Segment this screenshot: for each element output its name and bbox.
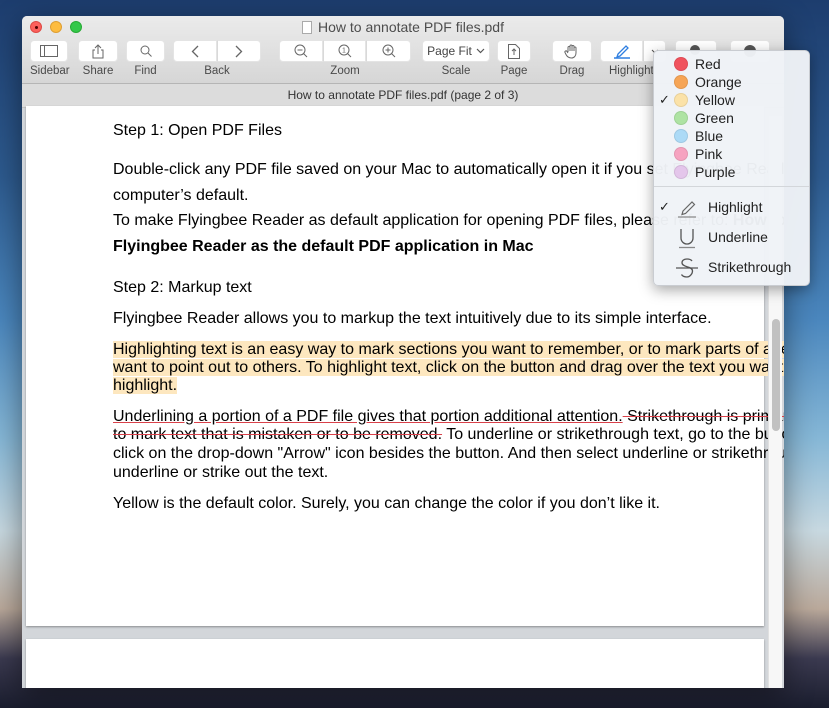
menu-item-color-pink[interactable]: Pink bbox=[654, 145, 809, 163]
sidebar-button[interactable] bbox=[30, 40, 68, 62]
share-label: Share bbox=[82, 65, 114, 77]
color-swatch-icon bbox=[674, 165, 688, 179]
document-icon bbox=[302, 21, 312, 34]
paragraph-line: click on the drop-down "Arrow" icon besi… bbox=[113, 445, 784, 462]
scale-group: Page Fit Scale bbox=[422, 40, 490, 77]
highlighted-line: highlight. bbox=[113, 377, 753, 395]
highlighter-icon bbox=[676, 197, 698, 222]
paragraph-line: to mark text that is mistaken or to be r… bbox=[113, 426, 784, 444]
pdf-page bbox=[26, 639, 764, 688]
color-swatch-icon bbox=[674, 93, 688, 107]
chevron-down-icon bbox=[476, 48, 485, 54]
zoom-out-icon bbox=[294, 44, 308, 58]
actual-size-icon: 1 bbox=[338, 44, 351, 58]
actual-size-button[interactable]: 1 bbox=[323, 40, 366, 62]
forward-button[interactable] bbox=[217, 40, 261, 62]
menu-item-label: Purple bbox=[695, 164, 736, 180]
back-group: Back bbox=[173, 40, 261, 77]
menu-item-label: Strikethrough bbox=[708, 259, 792, 275]
menu-item-label: Orange bbox=[695, 74, 742, 90]
color-swatch-icon bbox=[674, 111, 688, 125]
highlight-annotation[interactable]: want to point out to others. To highligh… bbox=[113, 359, 784, 376]
checkmark-icon: ✓ bbox=[659, 199, 670, 214]
menu-item-label: Red bbox=[695, 56, 721, 72]
highlighter-icon bbox=[613, 45, 630, 59]
strikethrough-annotation[interactable]: Strikethrough is primarily used bbox=[623, 408, 784, 425]
zoom-label: Zoom bbox=[330, 65, 360, 77]
scrollbar-thumb[interactable] bbox=[772, 319, 780, 431]
chevron-right-icon bbox=[235, 45, 243, 57]
drag-group: Drag bbox=[552, 40, 592, 77]
chevron-left-icon bbox=[191, 45, 199, 57]
menu-item-label: Pink bbox=[695, 146, 723, 162]
highlight-annotation[interactable]: Highlighting text is an easy way to mark… bbox=[113, 341, 784, 358]
menu-item-color-blue[interactable]: Blue bbox=[654, 127, 809, 145]
page-button[interactable] bbox=[497, 40, 531, 62]
highlight-options-menu: Red Orange ✓ Yellow Green Blue Pink Purple ✓ Hig… bbox=[653, 50, 810, 286]
strikethrough-icon bbox=[676, 257, 698, 282]
drag-button[interactable] bbox=[552, 40, 592, 62]
zoom-out-button[interactable] bbox=[279, 40, 323, 62]
paragraph-line: Flyingbee Reader allows you to markup th… bbox=[113, 310, 712, 327]
zoom-group: 1 Zoom bbox=[279, 40, 411, 77]
zoom-in-button[interactable] bbox=[366, 40, 411, 62]
strikethrough-annotation[interactable]: to mark text that is mistaken or to be r… bbox=[113, 426, 442, 443]
back-button[interactable] bbox=[173, 40, 217, 62]
menu-item-label: Highlight bbox=[708, 199, 763, 215]
back-label: Back bbox=[204, 65, 230, 77]
share-icon bbox=[92, 43, 104, 58]
text-span: To underline or strikethrough text, go t… bbox=[446, 426, 784, 443]
menu-item-color-orange[interactable]: Orange bbox=[654, 73, 809, 91]
page-group: Page bbox=[497, 40, 531, 77]
menu-item-style-underline[interactable]: Underline bbox=[654, 225, 809, 251]
page-up-icon bbox=[508, 43, 520, 59]
search-icon bbox=[140, 45, 152, 57]
menu-item-color-red[interactable]: Red bbox=[654, 55, 809, 73]
menu-item-color-green[interactable]: Green bbox=[654, 109, 809, 127]
find-label: Find bbox=[134, 65, 157, 77]
sidebar-group: Sidebar bbox=[30, 40, 70, 77]
color-swatch-icon bbox=[674, 129, 688, 143]
checkmark-icon: ✓ bbox=[659, 92, 670, 107]
menu-item-label: Blue bbox=[695, 128, 724, 144]
underline-annotation[interactable]: Underlining a portion of a PDF file give… bbox=[113, 408, 623, 425]
menu-item-style-highlight[interactable]: ✓ Highlight bbox=[654, 195, 809, 221]
share-group: Share bbox=[78, 40, 118, 77]
hand-icon bbox=[564, 44, 577, 59]
color-swatch-icon bbox=[674, 147, 688, 161]
find-button[interactable] bbox=[126, 40, 165, 62]
scale-value: Page Fit bbox=[427, 44, 472, 58]
color-swatch-icon bbox=[674, 57, 688, 71]
highlight-button[interactable] bbox=[600, 40, 643, 62]
scale-select[interactable]: Page Fit bbox=[422, 40, 490, 62]
window-title: How to annotate PDF files.pdf bbox=[22, 19, 784, 35]
menu-item-label: Underline bbox=[708, 229, 768, 245]
sidebar-label: Sidebar bbox=[30, 65, 70, 77]
paragraph-line: underline or strike out the text. bbox=[113, 464, 329, 481]
paragraph-line: Underlining a portion of a PDF file give… bbox=[113, 408, 784, 426]
menu-item-label: Green bbox=[695, 110, 734, 126]
link-text[interactable]: Flyingbee Reader as the default PDF appl… bbox=[113, 238, 534, 255]
svg-text:1: 1 bbox=[342, 48, 346, 55]
menu-item-style-strikethrough[interactable]: Strikethrough bbox=[654, 255, 809, 281]
drag-label: Drag bbox=[559, 65, 585, 77]
page-label: Page bbox=[500, 65, 528, 77]
underline-icon bbox=[676, 227, 698, 252]
menu-item-color-yellow[interactable]: ✓ Yellow bbox=[654, 91, 809, 109]
paragraph-line: Yellow is the default color. Surely, you… bbox=[113, 495, 660, 512]
highlighted-line: Highlighting text is an easy way to mark… bbox=[113, 341, 784, 359]
share-button[interactable] bbox=[78, 40, 118, 62]
highlighted-line: want to point out to others. To highligh… bbox=[113, 359, 784, 377]
color-swatch-icon bbox=[674, 75, 688, 89]
menu-item-color-purple[interactable]: Purple bbox=[654, 163, 809, 181]
highlight-annotation[interactable]: highlight. bbox=[113, 377, 178, 394]
sidebar-icon bbox=[40, 45, 58, 57]
menu-separator bbox=[654, 186, 809, 187]
scale-label: Scale bbox=[441, 65, 471, 77]
text-span: To make Flyingbee Reader as default appl… bbox=[113, 212, 733, 229]
menu-item-label: Yellow bbox=[695, 92, 735, 108]
zoom-in-icon bbox=[382, 44, 395, 58]
window-title-text: How to annotate PDF files.pdf bbox=[318, 19, 504, 35]
find-group: Find bbox=[126, 40, 165, 77]
